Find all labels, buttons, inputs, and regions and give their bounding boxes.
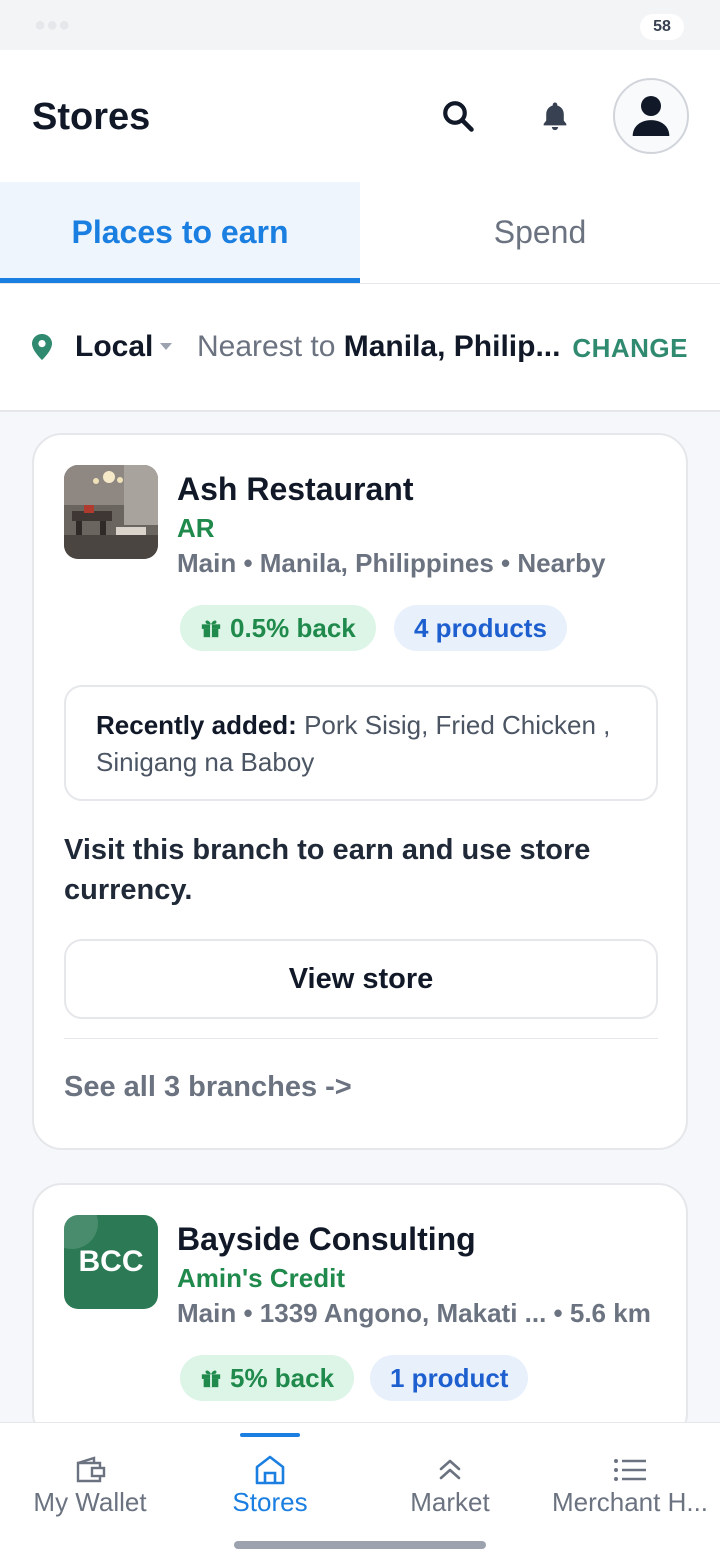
page-title: Stores (32, 96, 151, 138)
store-thumbnail (64, 465, 158, 559)
store-name[interactable]: Ash Restaurant (177, 471, 414, 508)
see-all-branches-link[interactable]: See all 3 branches -> (64, 1071, 352, 1104)
change-location-button[interactable]: CHANGE (572, 333, 688, 364)
nav-label: Stores (232, 1487, 308, 1517)
store-currency: AR (177, 513, 215, 543)
app-header: Stores (0, 50, 720, 182)
cashback-badge: 0.5% back (180, 605, 376, 651)
recently-added-box: Recently added: Pork Sisig, Fried Chicke… (64, 685, 658, 801)
market-icon (437, 1453, 463, 1487)
store-meta: Main • Manila, Philippines • Nearby (177, 548, 606, 578)
nav-label: My Wallet (33, 1487, 147, 1517)
store-icon (253, 1453, 287, 1487)
nearest-prefix: Nearest to (197, 330, 336, 363)
cashback-text: 0.5% back (230, 612, 356, 643)
nearest-location-text: Nearest to Manila, Philip... (197, 330, 560, 364)
tab-spend[interactable]: Spend (360, 182, 720, 283)
products-badge[interactable]: 1 product (370, 1355, 529, 1401)
store-meta: Main • 1339 Angono, Makati ... • 5.6 km (177, 1298, 651, 1328)
store-card: BCC Bayside Consulting Amin's Credit Mai… (32, 1183, 688, 1443)
bell-icon (543, 102, 567, 131)
cashback-badge: 5% back (180, 1355, 355, 1401)
store-name[interactable]: Bayside Consulting (177, 1221, 476, 1258)
location-mode-select[interactable]: Local (75, 330, 153, 364)
view-store-button[interactable]: View store (64, 939, 658, 1019)
status-bar: ●●● 58 (0, 0, 720, 50)
nav-merchant-hub[interactable]: Merchant H... (540, 1423, 720, 1533)
nav-stores[interactable]: Stores (180, 1423, 360, 1533)
profile-avatar-button[interactable] (613, 78, 689, 154)
restaurant-photo-icon (64, 465, 158, 559)
search-icon (443, 101, 474, 132)
nav-my-wallet[interactable]: My Wallet (0, 1423, 180, 1533)
gift-icon (200, 1367, 222, 1389)
store-logo: BCC (64, 1215, 158, 1309)
store-currency: Amin's Credit (177, 1263, 345, 1293)
wallet-icon (74, 1453, 106, 1487)
recently-added-label: Recently added: (96, 710, 297, 740)
nav-label: Market (410, 1487, 490, 1517)
home-indicator[interactable] (234, 1541, 486, 1549)
chevron-down-icon (160, 343, 172, 350)
products-badge[interactable]: 4 products (394, 605, 567, 651)
tab-places-to-earn[interactable]: Places to earn (0, 182, 360, 283)
cashback-text: 5% back (230, 1362, 335, 1393)
nav-label: Merchant H... (551, 1487, 709, 1517)
nearest-place: Manila, Philip... (343, 330, 561, 363)
location-pin-icon (32, 334, 52, 360)
nav-market[interactable]: Market (360, 1423, 540, 1533)
gift-icon (200, 617, 222, 639)
user-icon (632, 96, 670, 136)
notifications-button[interactable] (533, 94, 577, 138)
store-tabs: Places to earn Spend (0, 182, 720, 284)
list-icon (613, 1453, 647, 1487)
location-bar: Local Nearest to Manila, Philip... CHANG… (0, 284, 720, 412)
divider (64, 1038, 658, 1039)
search-button[interactable] (436, 94, 480, 138)
bottom-navigation: My Wallet Stores Market Merchant H... (0, 1422, 720, 1560)
store-card: Ash Restaurant AR Main • Manila, Philipp… (32, 433, 688, 1150)
battery-indicator: 58 (640, 14, 684, 40)
visit-branch-note: Visit this branch to earn and use store … (64, 834, 591, 906)
status-time: ●●● (34, 14, 71, 36)
